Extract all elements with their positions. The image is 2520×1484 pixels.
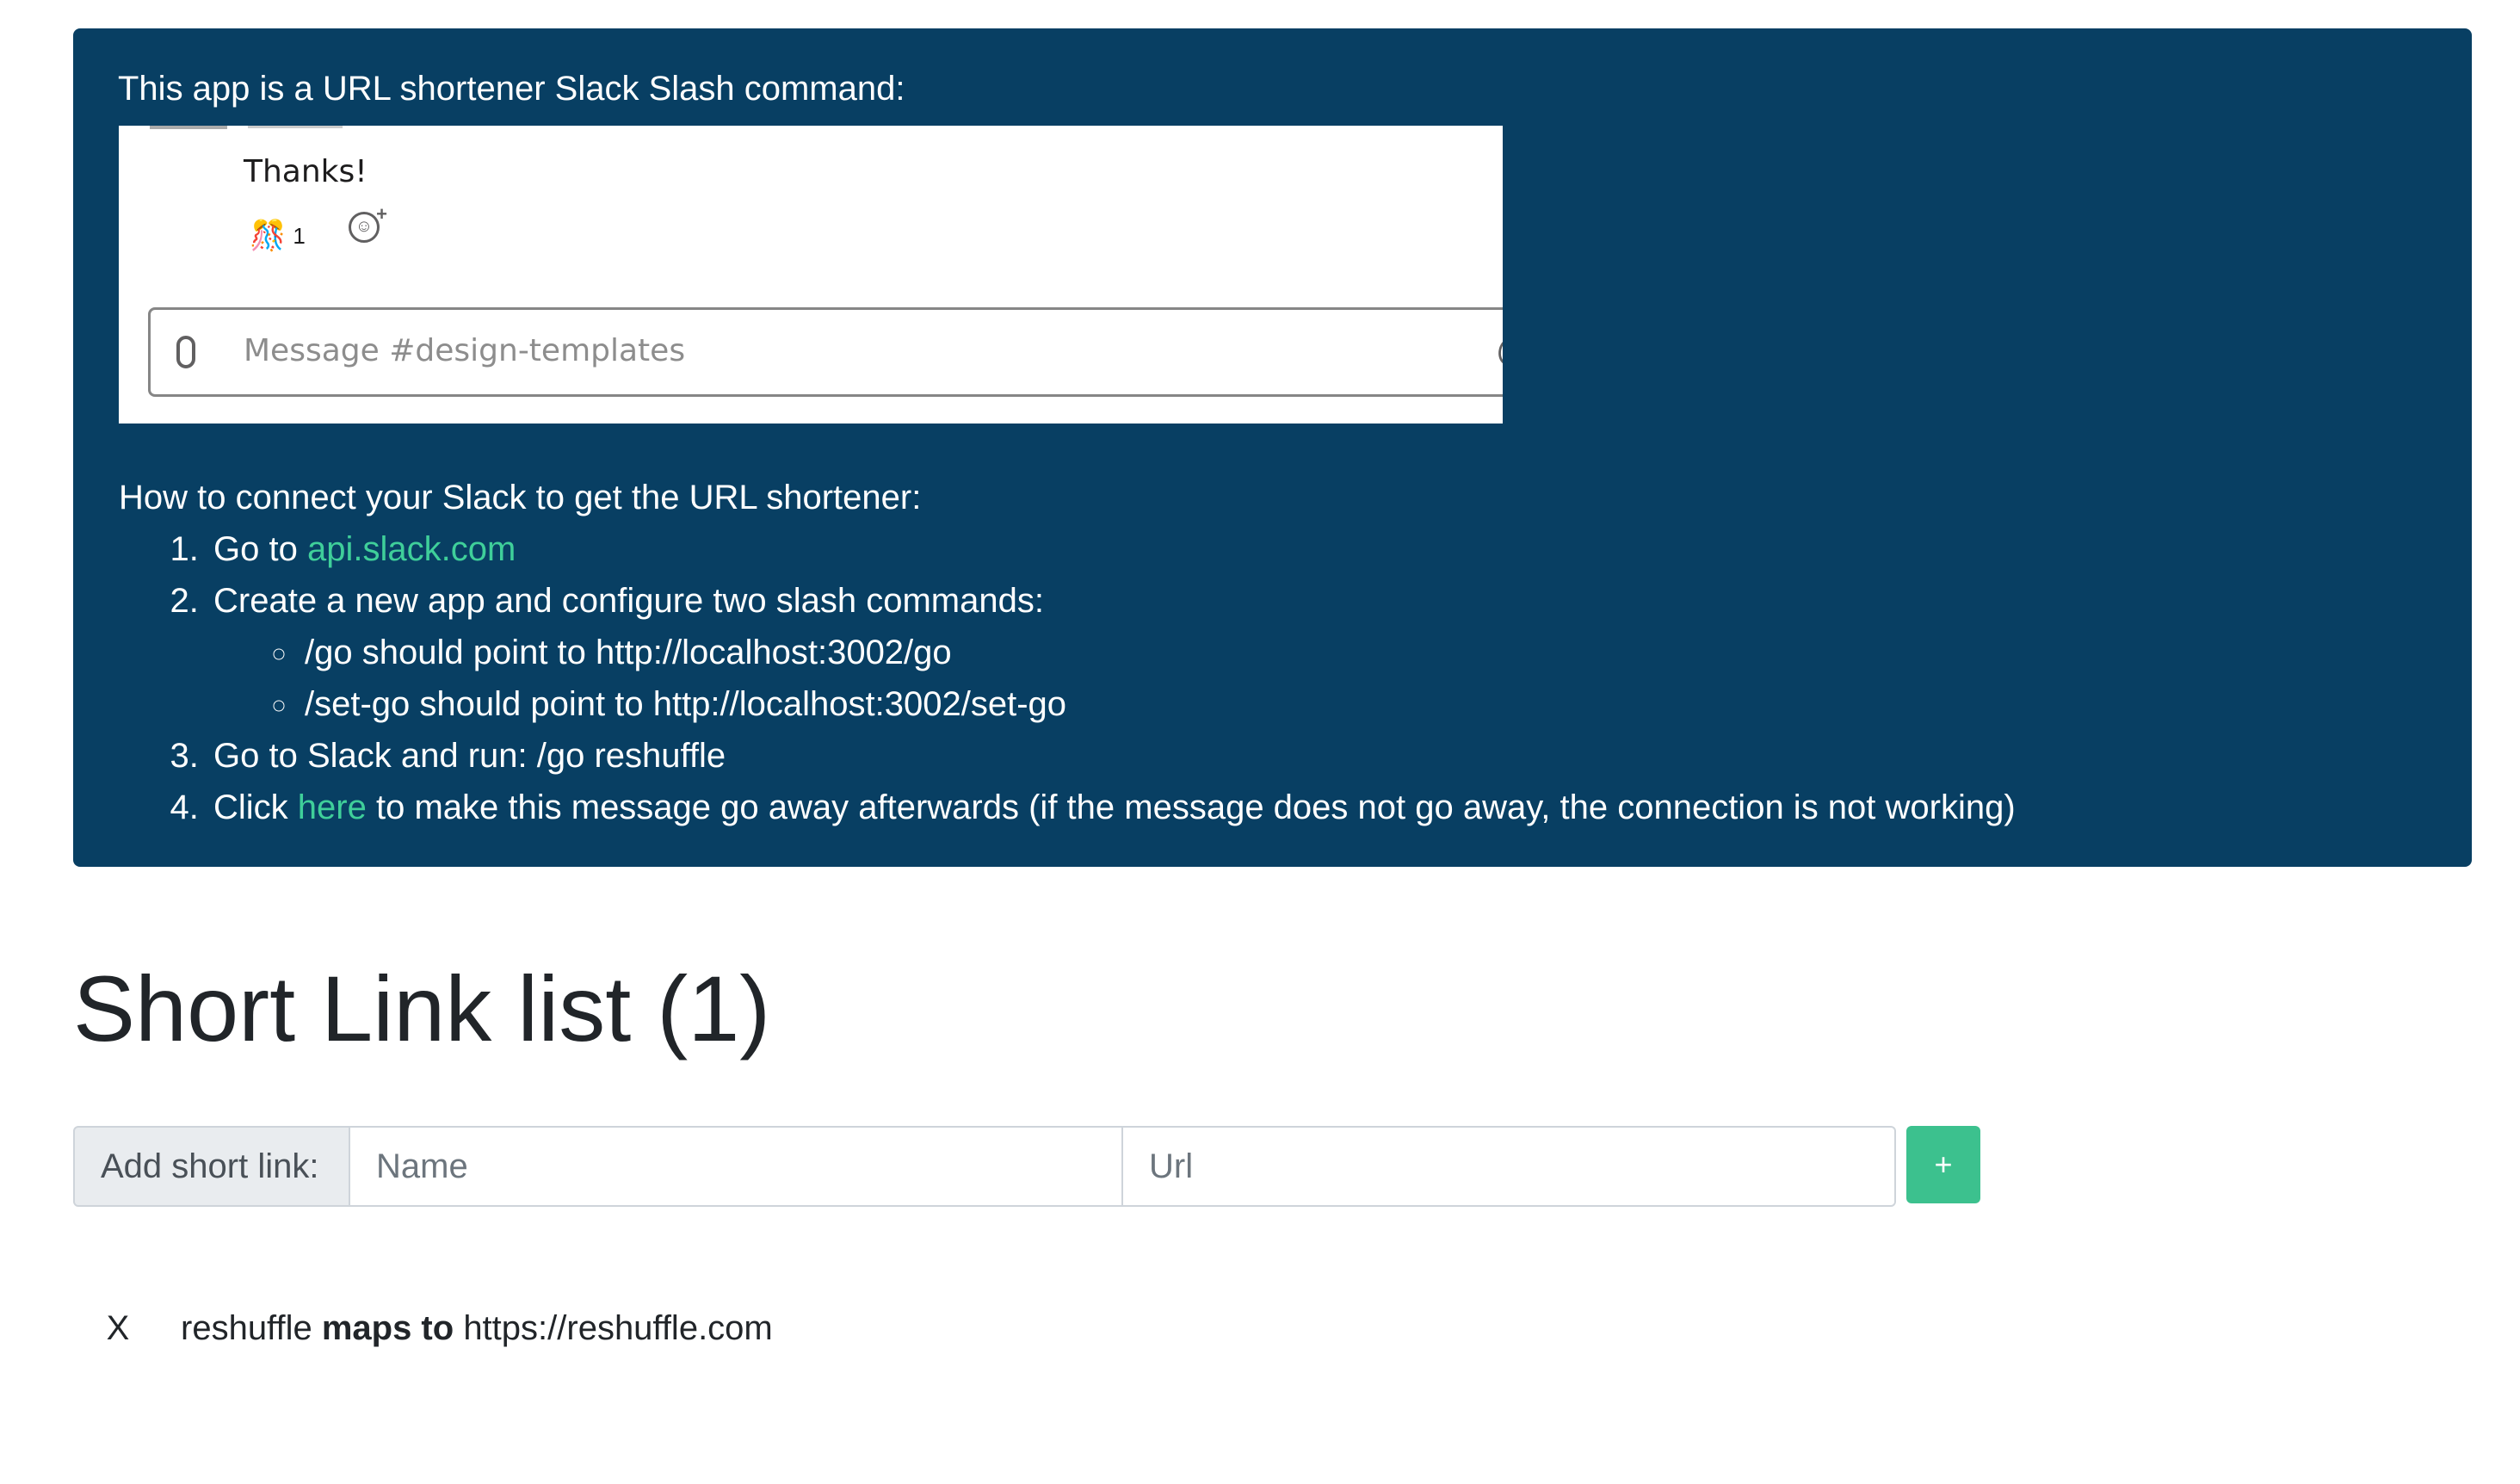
add-link-label: Add short link: xyxy=(73,1126,350,1207)
page-title: Short Link list (1) xyxy=(73,956,771,1060)
add-link-button[interactable]: + xyxy=(1906,1126,1980,1203)
add-link-form: Add short link: + xyxy=(73,1126,1980,1207)
page: This app is a URL shortener Slack Slash … xyxy=(0,0,2520,1484)
confetti-icon: 🎊 xyxy=(250,220,287,252)
howto-section: How to connect your Slack to get the URL… xyxy=(119,472,2427,833)
howto-heading: How to connect your Slack to get the URL… xyxy=(119,479,922,516)
dismiss-here-link[interactable]: here xyxy=(298,788,367,826)
steps-list: Go to api.slack.com Create a new app and… xyxy=(119,523,2427,833)
step-2-text: Create a new app and configure two slash… xyxy=(213,582,1044,620)
step-4: Click here to make this message go away … xyxy=(208,782,2427,833)
preview-cut-text xyxy=(248,126,343,128)
step-2-sub-2: /set-go should point to http://localhost… xyxy=(300,678,2427,730)
slack-preview-image: Thanks! 🎊 1 ☺ Message #design-templates … xyxy=(119,126,1503,424)
banner-intro: This app is a URL shortener Slack Slash … xyxy=(118,70,905,108)
preview-composer: Message #design-templates @ xyxy=(148,307,1503,397)
name-input[interactable] xyxy=(350,1126,1123,1207)
delete-link-button[interactable]: X xyxy=(88,1309,148,1348)
step-3: Go to Slack and run: /go reshuffle xyxy=(208,730,2427,782)
link-connector: maps to xyxy=(321,1309,454,1347)
url-input[interactable] xyxy=(1123,1126,1896,1207)
step-2: Create a new app and configure two slash… xyxy=(208,575,2427,730)
link-mapping-text: reshuffle maps to https://reshuffle.com xyxy=(181,1304,773,1352)
add-reaction-icon: ☺ xyxy=(349,202,387,243)
step-2-sub-1: /go should point to http://localhost:300… xyxy=(300,627,2427,678)
composer-placeholder: Message #design-templates xyxy=(244,333,686,368)
setup-banner: This app is a URL shortener Slack Slash … xyxy=(73,28,2472,867)
api-slack-link[interactable]: api.slack.com xyxy=(307,530,516,568)
paperclip-icon xyxy=(176,336,195,368)
at-icon: @ xyxy=(1496,329,1503,372)
step-1-text: Go to xyxy=(213,530,298,568)
step-2-sublist: /go should point to http://localhost:300… xyxy=(213,627,2427,730)
reaction-count: 1 xyxy=(293,223,306,249)
preview-divider xyxy=(150,126,227,129)
link-url: https://reshuffle.com xyxy=(463,1309,773,1347)
step-1: Go to api.slack.com xyxy=(208,523,2427,575)
preview-message-text: Thanks! xyxy=(244,154,368,189)
step-4-suffix: to make this message go away afterwards … xyxy=(375,788,2016,826)
preview-reaction: 🎊 1 xyxy=(250,210,306,262)
step-4-prefix: Click xyxy=(213,788,288,826)
list-item: X reshuffle maps to https://reshuffle.co… xyxy=(73,1304,773,1352)
link-name: reshuffle xyxy=(181,1309,312,1347)
